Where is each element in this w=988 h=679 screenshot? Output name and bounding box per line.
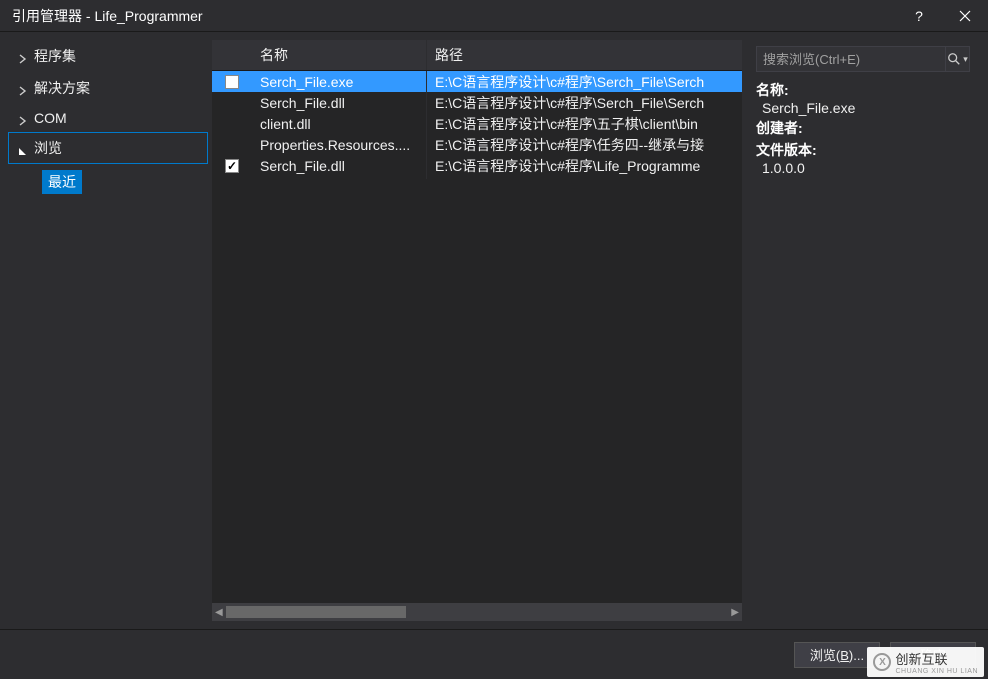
sidebar-item-label: 解决方案 bbox=[34, 78, 90, 98]
table-row[interactable]: Serch_File.dllE:\C语言程序设计\c#程序\Life_Progr… bbox=[212, 155, 742, 176]
sidebar-item-solution[interactable]: 解决方案 bbox=[8, 72, 208, 104]
scroll-right-icon[interactable]: ▶ bbox=[731, 607, 739, 618]
watermark-text: 创新互联 bbox=[895, 649, 978, 668]
sidebar-sub-list: 最近 bbox=[8, 164, 208, 194]
main-area: 程序集 解决方案 COM 浏览 最近 名称 路径 Serch_File.exeE… bbox=[0, 32, 988, 629]
chevron-right-icon bbox=[18, 83, 28, 93]
sidebar-sub-recent[interactable]: 最近 bbox=[42, 170, 82, 194]
search-button[interactable]: ▾ bbox=[946, 46, 970, 72]
row-checkbox-cell[interactable] bbox=[212, 140, 252, 150]
titlebar: 引用管理器 - Life_Programmer ? bbox=[0, 0, 988, 32]
detail-creator-label: 创建者: bbox=[756, 118, 970, 138]
row-checkbox-cell[interactable] bbox=[212, 154, 252, 178]
table-body[interactable]: Serch_File.exeE:\C语言程序设计\c#程序\Serch_File… bbox=[212, 71, 742, 603]
sidebar-item-label: 浏览 bbox=[34, 138, 62, 158]
detail-name-label: 名称: bbox=[756, 80, 970, 100]
checkbox[interactable] bbox=[225, 159, 239, 173]
horizontal-scrollbar[interactable]: ◀ ▶ bbox=[212, 603, 742, 621]
chevron-down-icon bbox=[18, 143, 28, 153]
watermark-sub: CHUANG XIN HU LIAN bbox=[895, 668, 978, 675]
sidebar-item-com[interactable]: COM bbox=[8, 104, 208, 132]
detail-name-value: Serch_File.exe bbox=[756, 100, 970, 116]
chevron-right-icon bbox=[18, 51, 28, 61]
search-icon bbox=[947, 52, 961, 66]
watermark-logo-icon: X bbox=[873, 653, 891, 671]
col-path-header[interactable]: 路径 bbox=[427, 40, 742, 70]
search-box[interactable] bbox=[756, 46, 946, 72]
sidebar: 程序集 解决方案 COM 浏览 最近 bbox=[8, 40, 208, 621]
sidebar-item-browse[interactable]: 浏览 bbox=[8, 132, 208, 164]
chevron-right-icon bbox=[18, 113, 28, 123]
scrollbar-thumb[interactable] bbox=[226, 606, 406, 618]
row-checkbox-cell[interactable] bbox=[212, 71, 252, 94]
row-checkbox-cell[interactable] bbox=[212, 119, 252, 129]
col-checkbox-header bbox=[212, 40, 252, 70]
row-name: Serch_File.dll bbox=[252, 153, 427, 179]
table-header: 名称 路径 bbox=[212, 40, 742, 71]
col-name-header[interactable]: 名称 bbox=[252, 40, 427, 70]
row-checkbox-cell[interactable] bbox=[212, 98, 252, 108]
details-panel: ▾ 名称: Serch_File.exe 创建者: 文件版本: 1.0.0.0 bbox=[746, 40, 980, 621]
scroll-left-icon[interactable]: ◀ bbox=[215, 607, 223, 618]
sidebar-item-label: COM bbox=[34, 110, 67, 126]
close-icon bbox=[959, 10, 971, 22]
center-panel: 名称 路径 Serch_File.exeE:\C语言程序设计\c#程序\Serc… bbox=[212, 40, 742, 621]
detail-version-value: 1.0.0.0 bbox=[756, 160, 970, 176]
row-path: E:\C语言程序设计\c#程序\Life_Programme bbox=[427, 151, 742, 181]
help-button[interactable]: ? bbox=[896, 0, 942, 32]
window-title: 引用管理器 - Life_Programmer bbox=[12, 6, 896, 26]
close-button[interactable] bbox=[942, 0, 988, 32]
watermark: X 创新互联 CHUANG XIN HU LIAN bbox=[867, 647, 984, 677]
footer: 浏览(B)... 确定 bbox=[0, 629, 988, 679]
sidebar-item-label: 程序集 bbox=[34, 46, 76, 66]
checkbox[interactable] bbox=[225, 75, 239, 89]
search-input[interactable] bbox=[763, 52, 939, 67]
dropdown-icon: ▾ bbox=[963, 54, 968, 65]
detail-version-label: 文件版本: bbox=[756, 140, 970, 160]
sidebar-item-assemblies[interactable]: 程序集 bbox=[8, 40, 208, 72]
